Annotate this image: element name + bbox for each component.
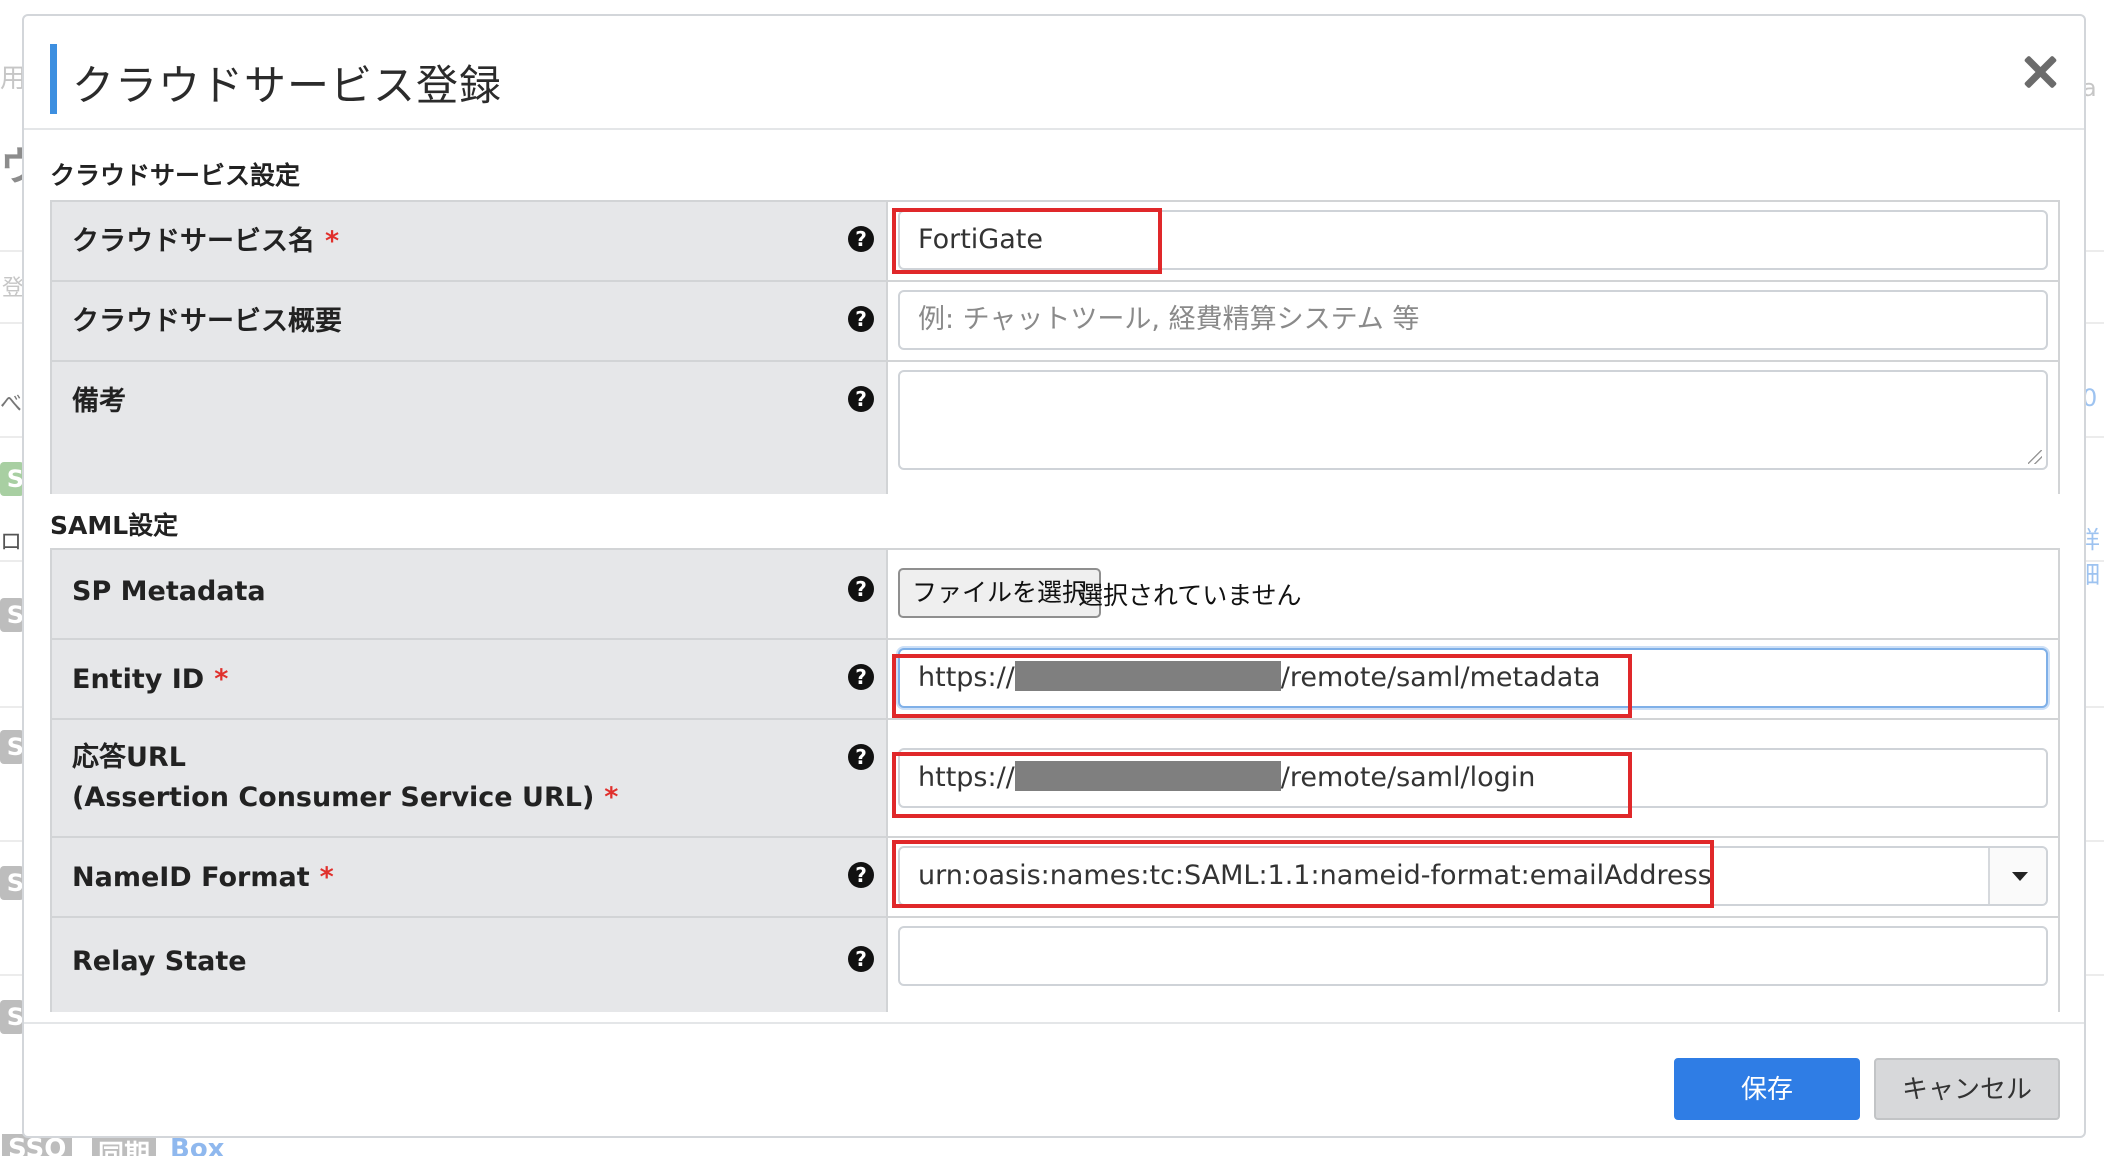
cancel-button[interactable]: キャンセル	[1874, 1058, 2060, 1120]
label-sp-metadata: SP Metadata	[72, 576, 266, 607]
row-entity-id: Entity ID * ? https:///remote/saml/metada…	[52, 638, 2058, 720]
row-nameid-format: NameID Format * ? urn:oasis:names:tc:SAML…	[52, 836, 2058, 918]
label-relay-state: Relay State	[72, 946, 247, 977]
help-icon[interactable]: ?	[848, 862, 874, 888]
label-acs-url-line1: 応答URL	[72, 742, 186, 773]
title-accent-bar	[50, 44, 57, 114]
relay-state-input[interactable]	[898, 926, 2048, 986]
bg-badge: S	[0, 462, 24, 496]
entity-id-input[interactable]: https:///remote/saml/metadata	[898, 648, 2048, 708]
required-mark: *	[214, 664, 229, 695]
service-summary-placeholder: 例: チャットツール, 経費精算システム 等	[918, 304, 1420, 335]
modal-header: クラウドサービス登録	[24, 16, 2084, 130]
label-nameid-format: NameID Format *	[72, 862, 334, 893]
chevron-down-icon	[2012, 872, 2028, 881]
nameid-format-dropdown-toggle[interactable]	[1988, 848, 2046, 904]
label-service-name: クラウドサービス名 *	[72, 226, 340, 257]
help-icon[interactable]: ?	[848, 576, 874, 602]
notes-textarea[interactable]	[898, 370, 2048, 470]
section-title-saml: SAML設定	[50, 511, 179, 540]
row-relay-state: Relay State ?	[52, 916, 2058, 1012]
help-icon[interactable]: ?	[848, 386, 874, 412]
bg-badge: S	[0, 598, 24, 632]
row-notes: 備考 ?	[52, 360, 2058, 494]
label-entity-id: Entity ID *	[72, 664, 229, 695]
file-status-text: 選択されていません	[1078, 581, 1302, 610]
acs-url-input[interactable]: https:///remote/saml/login	[898, 748, 2048, 808]
required-mark: *	[604, 782, 619, 813]
saml-settings-table: SP Metadata ? ファイルを選択 選択されていません Entity I…	[50, 548, 2060, 1012]
required-mark: *	[319, 862, 334, 893]
choose-file-button[interactable]: ファイルを選択	[898, 568, 1102, 618]
nameid-format-select[interactable]: urn:oasis:names:tc:SAML:1.1:nameid-forma…	[898, 846, 2048, 906]
modal-title: クラウドサービス登録	[72, 61, 503, 110]
nameid-format-value: urn:oasis:names:tc:SAML:1.1:nameid-forma…	[918, 860, 1712, 891]
help-icon[interactable]: ?	[848, 946, 874, 972]
redacted-host	[1014, 661, 1281, 691]
help-icon[interactable]: ?	[848, 744, 874, 770]
service-summary-input[interactable]: 例: チャットツール, 経費精算システム 等	[898, 290, 2048, 350]
row-service-summary: クラウドサービス概要 ? 例: チャットツール, 経費精算システム 等	[52, 280, 2058, 362]
modal-footer: 保存 キャンセル	[24, 1022, 2084, 1138]
row-sp-metadata: SP Metadata ? ファイルを選択 選択されていません	[52, 550, 2058, 640]
bg-badge: S	[0, 1000, 24, 1034]
service-name-input[interactable]: FortiGate	[898, 210, 2048, 270]
save-button[interactable]: 保存	[1674, 1058, 1860, 1120]
redacted-host	[1014, 761, 1281, 791]
bg-badge: S	[0, 730, 24, 764]
section-title-cloud: クラウドサービス設定	[50, 161, 301, 190]
resize-grip-icon[interactable]	[2028, 450, 2042, 464]
row-acs-url: 応答URL (Assertion Consumer Service URL) * …	[52, 718, 2058, 838]
bg-badge: S	[0, 866, 24, 900]
bg-fragment: 登	[2, 276, 25, 301]
label-notes: 備考	[72, 386, 126, 417]
required-mark: *	[325, 226, 340, 257]
cloud-service-register-modal: クラウドサービス登録 クラウドサービス設定 クラウドサービス名 * ? Forti…	[22, 14, 2086, 1138]
row-service-name: クラウドサービス名 * ? FortiGate	[52, 202, 2058, 282]
close-icon[interactable]	[2018, 50, 2062, 94]
label-acs-url-line2: (Assertion Consumer Service URL) *	[72, 782, 619, 813]
bg-fragment: ロ	[0, 530, 23, 555]
help-icon[interactable]: ?	[848, 664, 874, 690]
label-service-summary: クラウドサービス概要	[72, 306, 342, 337]
help-icon[interactable]: ?	[848, 306, 874, 332]
cloud-settings-table: クラウドサービス名 * ? FortiGate クラウドサービス概要 ? 例: チ…	[50, 200, 2060, 494]
help-icon[interactable]: ?	[848, 226, 874, 252]
